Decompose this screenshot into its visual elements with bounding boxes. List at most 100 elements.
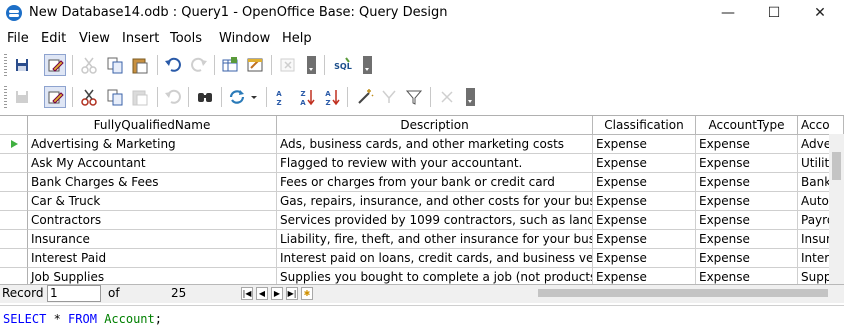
- clear-query-button[interactable]: [277, 54, 299, 76]
- vertical-scroll-thumb[interactable]: [832, 152, 841, 180]
- next-record-button[interactable]: ▶: [271, 287, 283, 300]
- cell-description[interactable]: Gas, repairs, insurance, and other costs…: [277, 192, 593, 211]
- previous-record-button[interactable]: ◀: [256, 287, 268, 300]
- row-header[interactable]: [0, 154, 28, 173]
- cell-fullyqualifiedname[interactable]: Insurance: [28, 230, 277, 249]
- cell-fullyqualifiedname[interactable]: Ask My Accountant: [28, 154, 277, 173]
- column-header-description[interactable]: Description: [277, 116, 593, 135]
- cell-accounttype[interactable]: Expense: [696, 173, 798, 192]
- vertical-scrollbar[interactable]: [829, 134, 844, 284]
- add-tables-button[interactable]: [219, 54, 241, 76]
- remove-filter-button[interactable]: [436, 86, 458, 108]
- row-header[interactable]: [0, 268, 28, 285]
- toolbar-grip[interactable]: [4, 54, 7, 76]
- design-view-button[interactable]: [244, 54, 266, 76]
- cell-description[interactable]: Services provided by 1099 contractors, s…: [277, 211, 593, 230]
- horizontal-scrollbar[interactable]: [338, 285, 829, 301]
- minimize-button[interactable]: —: [705, 0, 751, 27]
- column-header-account[interactable]: Acco: [798, 116, 844, 135]
- table-row[interactable]: Bank Charges & Fees Fees or charges from …: [0, 173, 844, 192]
- row-header[interactable]: [0, 249, 28, 268]
- column-header-classification[interactable]: Classification: [593, 116, 696, 135]
- row-header[interactable]: [0, 211, 28, 230]
- table-row[interactable]: Ask My Accountant Flagged to review with …: [0, 154, 844, 173]
- refresh-dropdown[interactable]: [249, 86, 259, 108]
- menu-edit[interactable]: Edit: [41, 31, 66, 46]
- copy-button[interactable]: [104, 54, 126, 76]
- cell-classification[interactable]: Expense: [593, 173, 696, 192]
- cell-classification[interactable]: Expense: [593, 192, 696, 211]
- cell-classification[interactable]: Expense: [593, 135, 696, 154]
- cell-description[interactable]: Fees or charges from your bank or credit…: [277, 173, 593, 192]
- cell-classification[interactable]: Expense: [593, 249, 696, 268]
- sql-editor[interactable]: SELECT * FROM Account;: [0, 305, 844, 330]
- cell-classification[interactable]: Expense: [593, 268, 696, 285]
- result-grid[interactable]: FullyQualifiedName Description Classific…: [0, 115, 844, 285]
- menu-help[interactable]: Help: [282, 31, 312, 46]
- cell-accounttype[interactable]: Expense: [696, 154, 798, 173]
- paste-button[interactable]: [129, 54, 151, 76]
- new-record-button[interactable]: ✱: [301, 287, 313, 300]
- cell-fullyqualifiedname[interactable]: Contractors: [28, 211, 277, 230]
- horizontal-scroll-thumb[interactable]: [538, 289, 828, 297]
- cell-accounttype[interactable]: Expense: [696, 230, 798, 249]
- cell-accounttype[interactable]: Expense: [696, 135, 798, 154]
- column-header-fullyqualifiedname[interactable]: FullyQualifiedName: [28, 116, 277, 135]
- run-sql-button[interactable]: SQL: [332, 54, 354, 76]
- toolbar-grip[interactable]: [4, 86, 7, 108]
- cell-fullyqualifiedname[interactable]: Interest Paid: [28, 249, 277, 268]
- standard-filter-button[interactable]: [378, 86, 400, 108]
- cell-accounttype[interactable]: Expense: [696, 192, 798, 211]
- cell-description[interactable]: Flagged to review with your accountant.: [277, 154, 593, 173]
- apply-filter-button[interactable]: [403, 86, 425, 108]
- cell-description[interactable]: Ads, business cards, and other marketing…: [277, 135, 593, 154]
- sort-button[interactable]: AZ: [321, 86, 343, 108]
- cell-classification[interactable]: Expense: [593, 230, 696, 249]
- menu-file[interactable]: File: [7, 31, 29, 46]
- last-record-button[interactable]: ▶|: [286, 287, 298, 300]
- sort-ascending-button[interactable]: AZ: [272, 86, 294, 108]
- save-button[interactable]: [11, 54, 33, 76]
- table-row[interactable]: Advertising & Marketing Ads, business car…: [0, 135, 844, 154]
- table-row[interactable]: Car & Truck Gas, repairs, insurance, and …: [0, 192, 844, 211]
- table-row[interactable]: Insurance Liability, fire, theft, and oth…: [0, 230, 844, 249]
- autofilter-button[interactable]: [354, 86, 376, 108]
- sql-statement[interactable]: SELECT * FROM Account;: [3, 312, 162, 326]
- close-button[interactable]: ✕: [797, 0, 843, 27]
- cell-classification[interactable]: Expense: [593, 211, 696, 230]
- table-row[interactable]: Interest Paid Interest paid on loans, cre…: [0, 249, 844, 268]
- cell-fullyqualifiedname[interactable]: Job Supplies: [28, 268, 277, 285]
- cell-classification[interactable]: Expense: [593, 154, 696, 173]
- row-header[interactable]: [0, 135, 28, 154]
- menu-insert[interactable]: Insert: [122, 31, 159, 46]
- cell-description[interactable]: Liability, fire, theft, and other insura…: [277, 230, 593, 249]
- toolbar-overflow[interactable]: [466, 88, 475, 106]
- menu-tools[interactable]: Tools: [170, 31, 202, 46]
- cell-description[interactable]: Interest paid on loans, credit cards, an…: [277, 249, 593, 268]
- sort-descending-button[interactable]: ZA: [296, 86, 318, 108]
- row-header[interactable]: [0, 230, 28, 249]
- edit-data-button[interactable]: [44, 86, 66, 108]
- toolbar-overflow[interactable]: [363, 56, 372, 74]
- menu-window[interactable]: Window: [219, 31, 270, 46]
- column-header-accounttype[interactable]: AccountType: [696, 116, 798, 135]
- cell-description[interactable]: Supplies you bought to complete a job (n…: [277, 268, 593, 285]
- row-header[interactable]: [0, 173, 28, 192]
- row-header[interactable]: [0, 192, 28, 211]
- record-number-input[interactable]: 1: [47, 285, 101, 302]
- grid-corner[interactable]: [0, 116, 28, 135]
- undo-record-button[interactable]: [162, 86, 184, 108]
- first-record-button[interactable]: |◀: [241, 287, 253, 300]
- cell-fullyqualifiedname[interactable]: Car & Truck: [28, 192, 277, 211]
- cell-accounttype[interactable]: Expense: [696, 249, 798, 268]
- table-row[interactable]: Contractors Services provided by 1099 con…: [0, 211, 844, 230]
- find-record-button[interactable]: [194, 86, 216, 108]
- redo-button[interactable]: [188, 54, 210, 76]
- copy-button-2[interactable]: [104, 86, 126, 108]
- paste-button-2[interactable]: [129, 86, 151, 108]
- cell-accounttype[interactable]: Expense: [696, 211, 798, 230]
- save-record-button[interactable]: [11, 86, 33, 108]
- refresh-button[interactable]: [226, 86, 248, 108]
- table-row[interactable]: Job Supplies Supplies you bought to compl…: [0, 268, 844, 285]
- cell-accounttype[interactable]: Expense: [696, 268, 798, 285]
